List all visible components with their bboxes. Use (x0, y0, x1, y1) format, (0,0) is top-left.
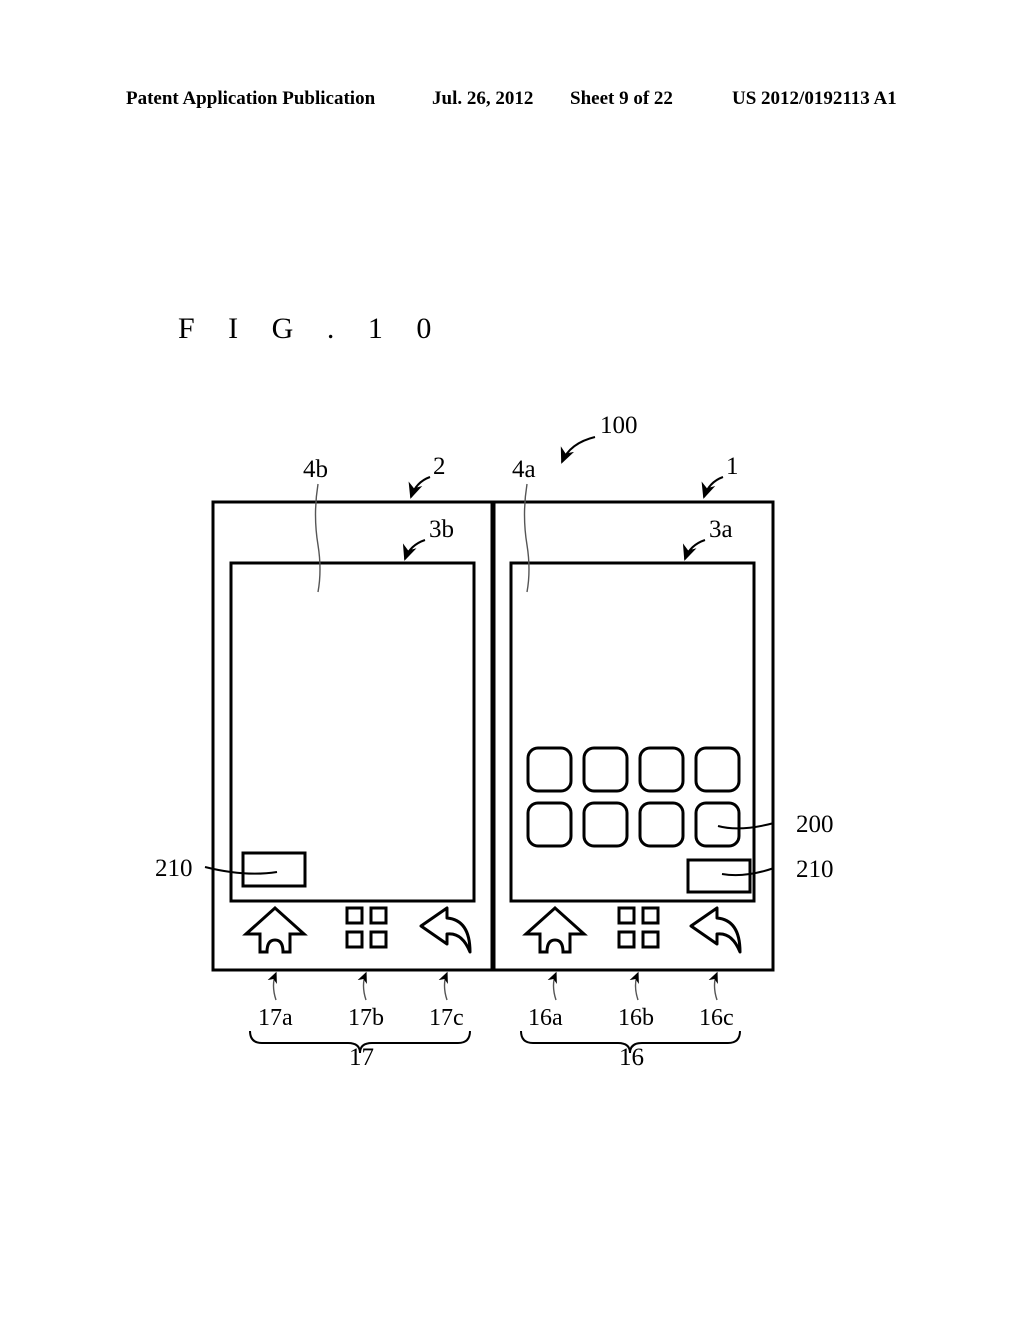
app-icon[interactable] (638, 801, 685, 848)
right-button-row (522, 905, 742, 954)
app-icon[interactable] (526, 746, 573, 793)
right-display-screen[interactable] (509, 561, 756, 903)
right-status-box[interactable] (686, 858, 752, 894)
label-box-210-right: 210 (796, 856, 834, 883)
home-icon[interactable] (242, 905, 308, 954)
label-17b: 17b (348, 1005, 384, 1031)
leader-17c (438, 971, 448, 1001)
right-icon-grid (526, 746, 741, 848)
back-arrow-icon[interactable] (689, 906, 742, 954)
right-panel-frame[interactable] (491, 500, 775, 972)
brace-17 (249, 1030, 471, 1054)
leader-device-100 (560, 436, 596, 464)
label-body-1: 1 (726, 453, 739, 480)
left-status-box[interactable] (241, 851, 307, 888)
app-icon[interactable] (694, 801, 741, 848)
figure-drawing: 100 1 2 3a 3b 4a 4b 200 210 210 17a 17b … (0, 0, 1024, 1320)
leader-body-2 (408, 476, 431, 499)
label-device-100: 100 (600, 412, 638, 439)
label-16a: 16a (528, 1005, 563, 1031)
leader-box-210-right (721, 867, 775, 877)
label-box-210-left: 210 (155, 855, 193, 882)
leader-16b (629, 971, 639, 1001)
app-icon[interactable] (582, 746, 629, 793)
label-16c: 16c (699, 1005, 734, 1031)
label-16b: 16b (618, 1005, 654, 1031)
leader-screen-3a (682, 539, 706, 561)
leader-box-210-left (204, 866, 278, 875)
app-icon[interactable] (638, 746, 685, 793)
leader-screen-3b (402, 539, 426, 561)
label-17c: 17c (429, 1005, 464, 1031)
label-16: 16 (619, 1044, 644, 1071)
app-icon[interactable] (526, 801, 573, 848)
label-housing-4a: 4a (512, 456, 536, 483)
header-patent-number: US 2012/0192113 A1 (732, 88, 897, 109)
home-icon[interactable] (522, 905, 588, 954)
label-screen-3b: 3b (429, 516, 454, 543)
label-body-2: 2 (433, 453, 446, 480)
header-publication: Patent Application Publication (126, 88, 376, 109)
header-date: Jul. 26, 2012 (432, 88, 534, 109)
leader-icon-200 (717, 822, 775, 830)
label-screen-3a: 3a (709, 516, 733, 543)
label-housing-4b: 4b (303, 456, 328, 483)
back-arrow-icon[interactable] (419, 906, 472, 954)
leader-17b (357, 971, 367, 1001)
app-icon[interactable] (582, 801, 629, 848)
app-icon[interactable] (694, 746, 741, 793)
label-17a: 17a (258, 1005, 293, 1031)
menu-grid-icon[interactable] (617, 906, 660, 949)
label-icon-200: 200 (796, 811, 834, 838)
header-sheet: Sheet 9 of 22 (570, 88, 673, 109)
leader-housing-4a (523, 483, 530, 593)
leader-16a (547, 971, 557, 1001)
brace-16 (520, 1030, 741, 1054)
left-button-row (242, 905, 472, 954)
leader-16c (708, 971, 718, 1001)
page-header: Patent Application Publication Jul. 26, … (0, 88, 1024, 118)
label-17: 17 (349, 1044, 374, 1071)
figure-title: F I G . 1 0 (178, 312, 445, 345)
left-display-screen[interactable] (229, 561, 476, 903)
menu-grid-icon[interactable] (345, 906, 388, 949)
leader-17a (267, 971, 277, 1001)
device-body (211, 500, 775, 972)
leader-body-1 (701, 476, 724, 499)
left-panel-frame[interactable] (211, 500, 495, 972)
leader-housing-4b (314, 483, 321, 593)
